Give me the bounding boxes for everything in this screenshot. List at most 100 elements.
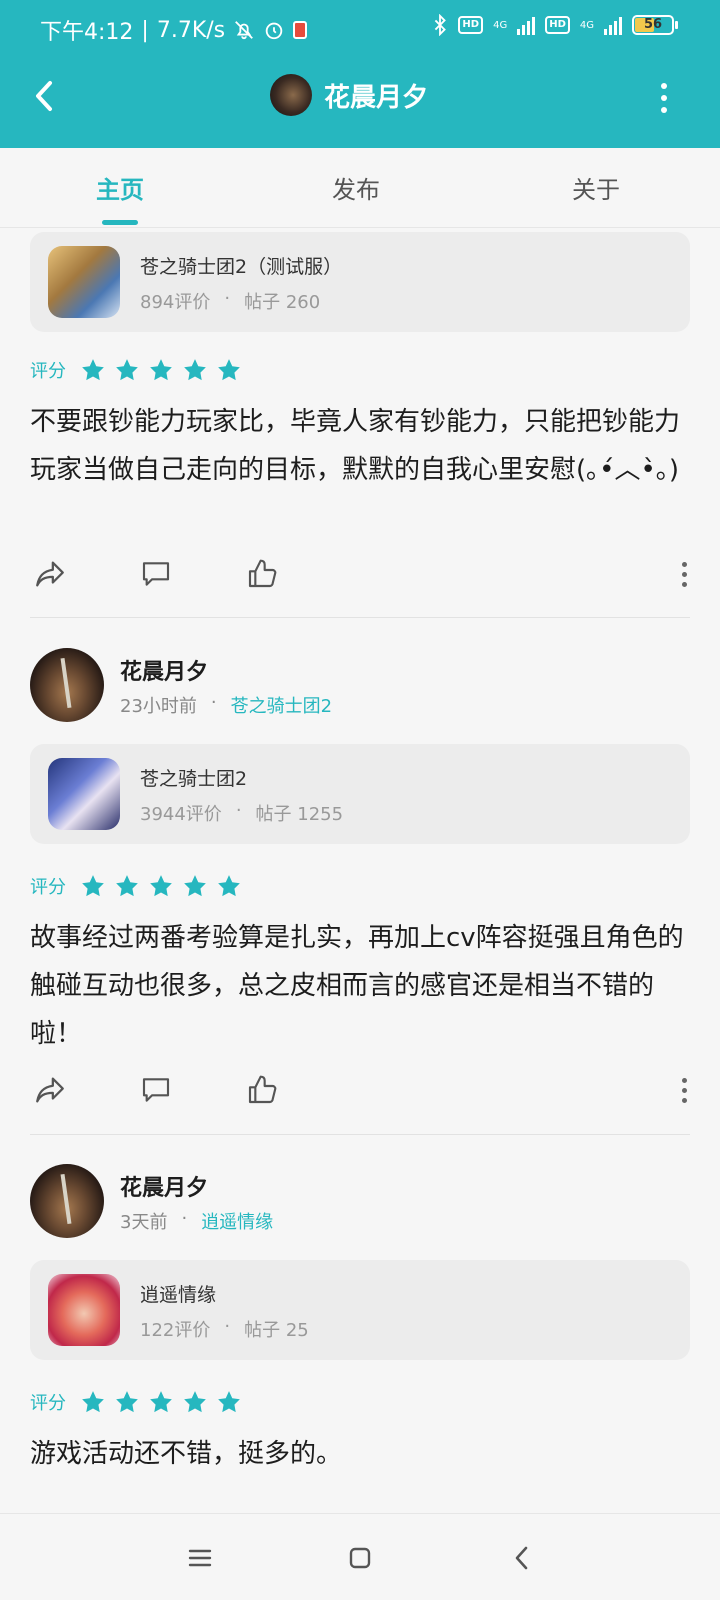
star-icon: [116, 875, 138, 897]
star-icon: [82, 359, 104, 381]
comment-button[interactable]: [136, 1070, 176, 1110]
tab-publish[interactable]: 发布: [332, 170, 380, 205]
rating-row: 评分: [30, 1386, 690, 1418]
chevron-left-icon: [36, 81, 52, 111]
meta-separator: ·: [210, 692, 217, 713]
share-icon: [36, 1077, 64, 1103]
game-card[interactable]: 苍之骑士团2（测试服） 894评价 · 帖子 260: [30, 232, 690, 332]
top-app-bar: 下午4:12 | 7.7K/s HD 4G HD 4G 56 花晨月夕: [0, 0, 720, 148]
like-icon: [248, 559, 277, 588]
game-card[interactable]: 逍遥情缘 122评价 · 帖子 25: [30, 1260, 690, 1360]
post-time: 3天前: [120, 1212, 168, 1233]
game-stats: 894评价 · 帖子 260: [140, 288, 320, 314]
battery-level: 56: [643, 17, 663, 32]
like-icon: [248, 1075, 277, 1104]
alarm-icon: [265, 22, 283, 40]
star-icon: [150, 1391, 172, 1413]
profile-title: 花晨月夕: [270, 74, 428, 116]
star-icon: [150, 359, 172, 381]
status-time: 下午4:12: [40, 20, 134, 45]
hd-badge-1: HD: [458, 16, 484, 34]
tab-home[interactable]: 主页: [96, 170, 144, 205]
post-more-button[interactable]: [674, 1070, 694, 1110]
post-more-button[interactable]: [674, 554, 694, 594]
stat-separator: ·: [235, 800, 242, 821]
game-icon: [48, 758, 120, 830]
rating-row: 评分: [30, 354, 690, 386]
tab-indicator: [102, 220, 138, 225]
game-name: 苍之骑士团2（测试服）: [140, 256, 343, 278]
action-bar: [30, 554, 690, 594]
back-nav-button[interactable]: [500, 1536, 544, 1580]
status-divider: |: [141, 17, 149, 43]
recent-apps-button[interactable]: [178, 1536, 222, 1580]
signal-icon-2: [604, 15, 622, 35]
tab-bar: 主页 发布 关于: [0, 148, 720, 228]
hd-badge-2: HD: [545, 16, 570, 34]
game-icon: [48, 246, 120, 318]
rating-label: 评分: [30, 361, 66, 382]
game-link[interactable]: 苍之骑士团2: [231, 692, 332, 718]
more-vertical-icon: [661, 83, 667, 89]
user-name[interactable]: 花晨月夕: [120, 1170, 208, 1202]
share-button[interactable]: [30, 1070, 70, 1110]
like-button[interactable]: [242, 1070, 282, 1110]
back-triangle-icon: [515, 1546, 528, 1570]
star-icon: [218, 1391, 240, 1413]
star-icon: [82, 875, 104, 897]
game-review-count: 894评价: [140, 292, 211, 313]
review-text[interactable]: 游戏活动还不错，挺多的。: [30, 1430, 690, 1478]
star-icon: [184, 359, 206, 381]
game-card[interactable]: 苍之骑士团2 3944评价 · 帖子 1255: [30, 744, 690, 844]
game-stats: 122评价 · 帖子 25: [140, 1316, 309, 1342]
post-time: 23小时前: [120, 696, 197, 717]
star-icon: [184, 1391, 206, 1413]
comment-button[interactable]: [136, 554, 176, 594]
more-options-button[interactable]: [652, 78, 676, 118]
status-left: 下午4:12 | 7.7K/s: [40, 14, 308, 46]
avatar[interactable]: [30, 1164, 104, 1238]
user-row[interactable]: 花晨月夕 3天前 · 逍遥情缘: [30, 1164, 690, 1240]
review-feed[interactable]: 苍之骑士团2（测试服） 894评价 · 帖子 260 评分 不要跟钞能力玩家比，…: [0, 228, 720, 1513]
game-post-count: 帖子 1255: [255, 804, 344, 825]
menu-icon: [188, 1549, 212, 1567]
bluetooth-icon: [435, 14, 447, 36]
meta-separator: ·: [181, 1208, 188, 1229]
title-avatar: [270, 74, 312, 116]
rating-label: 评分: [30, 1393, 66, 1414]
status-right: HD 4G HD 4G 56: [432, 14, 678, 36]
home-square-icon: [349, 1547, 371, 1569]
mute-bell-icon: [235, 21, 254, 40]
game-review-count: 3944评价: [140, 804, 222, 825]
star-icon: [184, 875, 206, 897]
avatar[interactable]: [30, 648, 104, 722]
review-text[interactable]: 故事经过两番考验算是扎实，再加上cv阵容挺强且角色的触碰互动也很多，总之皮相而言…: [30, 914, 690, 1058]
game-stats: 3944评价 · 帖子 1255: [140, 800, 343, 826]
comment-icon: [142, 1078, 170, 1102]
page-title: 花晨月夕: [324, 82, 429, 113]
like-button[interactable]: [242, 554, 282, 594]
review-text[interactable]: 不要跟钞能力玩家比，毕竟人家有钞能力，只能把钞能力玩家当做自己走向的目标，默默的…: [30, 398, 690, 494]
post-meta: 23小时前 · 苍之骑士团2: [120, 692, 332, 718]
game-name: 苍之骑士团2: [140, 768, 248, 790]
game-link[interactable]: 逍遥情缘: [201, 1208, 273, 1234]
user-name[interactable]: 花晨月夕: [120, 654, 208, 686]
game-post-count: 帖子 260: [244, 292, 321, 313]
home-button[interactable]: [338, 1536, 382, 1580]
system-nav-bar: [0, 1513, 720, 1600]
share-button[interactable]: [30, 554, 70, 594]
back-button[interactable]: [22, 74, 66, 118]
post-divider: [30, 617, 690, 618]
user-row[interactable]: 花晨月夕 23小时前 · 苍之骑士团2: [30, 648, 690, 724]
post-meta: 3天前 · 逍遥情缘: [120, 1208, 273, 1234]
star-icon: [116, 1391, 138, 1413]
star-icon: [82, 1391, 104, 1413]
star-icon: [218, 359, 240, 381]
comment-icon: [142, 562, 170, 586]
tab-about[interactable]: 关于: [572, 170, 620, 205]
stat-separator: ·: [224, 288, 231, 309]
rating-row: 评分: [30, 870, 690, 902]
app-notification-icon: [293, 21, 308, 39]
header: 花晨月夕: [0, 58, 720, 138]
more-icon: [681, 561, 687, 567]
